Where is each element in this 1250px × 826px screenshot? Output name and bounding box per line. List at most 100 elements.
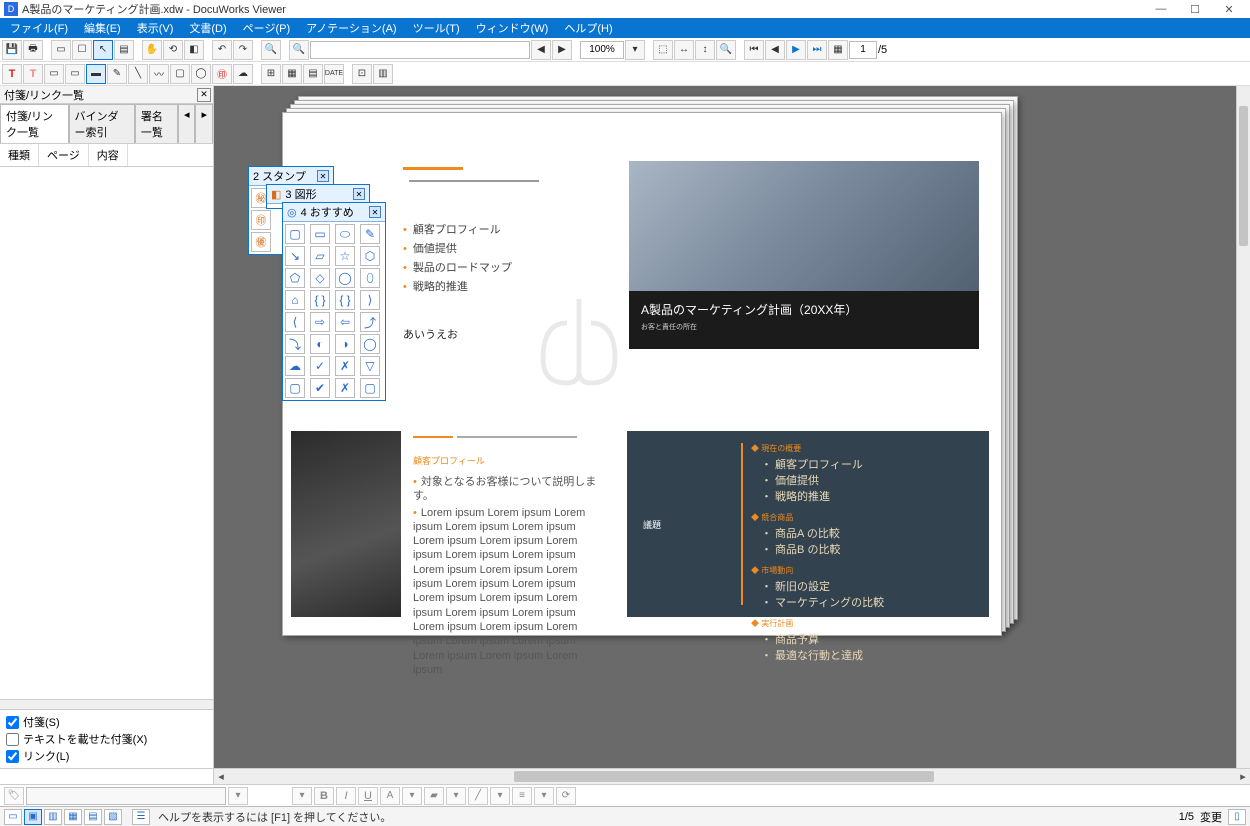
menu-window[interactable]: ウィンドウ(W) bbox=[468, 18, 557, 38]
search-icon[interactable]: 🔍 bbox=[289, 40, 309, 60]
menu-tool[interactable]: ツール(T) bbox=[405, 18, 468, 38]
shape-cell[interactable]: ⟨ bbox=[285, 312, 305, 332]
shape-cell[interactable]: ⬠ bbox=[285, 268, 305, 288]
shape-cell[interactable]: ▱ bbox=[310, 246, 330, 266]
document-canvas[interactable]: 顧客プロフィール 価値提供 製品のロードマップ 戦略的推進 あいうえお A製品の… bbox=[214, 86, 1250, 768]
shape-cell[interactable]: ✎ bbox=[360, 224, 380, 244]
col-content[interactable]: 内容 bbox=[89, 144, 128, 166]
cloud-icon[interactable]: ☁ bbox=[233, 64, 253, 84]
note2-icon[interactable]: ▭ bbox=[65, 64, 85, 84]
date-icon[interactable]: DATE bbox=[324, 64, 344, 84]
shape-cell[interactable]: ⇨ bbox=[310, 312, 330, 332]
shape-cell[interactable]: ⬯ bbox=[360, 268, 380, 288]
sidebar-hscroll[interactable] bbox=[0, 699, 213, 709]
shape-cell[interactable]: ◇ bbox=[310, 268, 330, 288]
tool-c[interactable]: ▤ bbox=[114, 40, 134, 60]
shape-cell[interactable]: ☆ bbox=[335, 246, 355, 266]
shape-cell[interactable]: ▢ bbox=[285, 378, 305, 398]
shape-cell[interactable]: { } bbox=[310, 290, 330, 310]
shape-cell[interactable]: ◯ bbox=[360, 334, 380, 354]
page-view-icon[interactable]: ▦ bbox=[828, 40, 848, 60]
underline-icon[interactable]: U bbox=[358, 787, 378, 805]
text-red-icon[interactable]: T bbox=[2, 64, 22, 84]
x2-icon[interactable]: ▦ bbox=[282, 64, 302, 84]
close-icon[interactable]: ✕ bbox=[317, 170, 329, 182]
shape-cell[interactable]: ✔ bbox=[310, 378, 330, 398]
fmt-tag-icon[interactable]: 🏷 bbox=[4, 787, 24, 805]
shape-cell[interactable]: ⬡ bbox=[360, 246, 380, 266]
shape-cell[interactable]: ↘ bbox=[285, 246, 305, 266]
close-icon[interactable]: ✕ bbox=[369, 206, 381, 218]
weight-icon[interactable]: ≡ bbox=[512, 787, 532, 805]
shape-cell[interactable]: ⟩ bbox=[360, 290, 380, 310]
tool-d[interactable]: ◧ bbox=[184, 40, 204, 60]
redo-icon[interactable]: ↷ bbox=[233, 40, 253, 60]
palette-recommend[interactable]: ◎4 おすすめ✕ ▢▭⬭✎↘▱☆⬡⬠◇◯⬯⌂{ }{ }⟩⟨⇨⇦⤴⤵◐◑◯☁✓✗… bbox=[282, 202, 386, 401]
save-icon[interactable]: 💾 bbox=[2, 40, 22, 60]
highlight-icon[interactable]: ▬ bbox=[86, 64, 106, 84]
shape-cell[interactable]: ▭ bbox=[310, 224, 330, 244]
check-textfusen[interactable]: テキストを載せた付箋(X) bbox=[6, 731, 207, 747]
x1-icon[interactable]: ⊞ bbox=[261, 64, 281, 84]
view-mode-4-icon[interactable]: ▦ bbox=[64, 809, 82, 825]
search-prev-icon[interactable]: ◀ bbox=[531, 40, 551, 60]
zoom-width-icon[interactable]: ↔ bbox=[674, 40, 694, 60]
tab-binder[interactable]: バインダー索引 bbox=[69, 104, 135, 143]
line-icon[interactable]: ╱ bbox=[468, 787, 488, 805]
fontsize-dropdown-icon[interactable]: ▾ bbox=[292, 787, 312, 805]
next-page-icon[interactable]: ▶ bbox=[786, 40, 806, 60]
maximize-button[interactable]: ☐ bbox=[1178, 0, 1212, 18]
col-type[interactable]: 種類 bbox=[0, 144, 39, 166]
shape-cell[interactable]: ✗ bbox=[335, 378, 355, 398]
weight-drop-icon[interactable]: ▾ bbox=[534, 787, 554, 805]
view-mode-6-icon[interactable]: ▧ bbox=[104, 809, 122, 825]
shape-cell[interactable]: ☁ bbox=[285, 356, 305, 376]
line-icon[interactable]: ╲ bbox=[128, 64, 148, 84]
find-icon[interactable]: 🔍 bbox=[261, 40, 281, 60]
note-icon[interactable]: ▭ bbox=[44, 64, 64, 84]
menu-help[interactable]: ヘルプ(H) bbox=[556, 18, 620, 38]
tab-scroll-left[interactable]: ◂ bbox=[178, 104, 196, 143]
scroll-right-icon[interactable]: ▸ bbox=[1236, 770, 1250, 783]
check-link[interactable]: リンク(L) bbox=[6, 748, 207, 764]
fontcolor-icon[interactable]: A bbox=[380, 787, 400, 805]
italic-icon[interactable]: I bbox=[336, 787, 356, 805]
shape-cell[interactable]: ⤵ bbox=[285, 334, 305, 354]
menu-view[interactable]: 表示(V) bbox=[129, 18, 182, 38]
view-mode-3-icon[interactable]: ▥ bbox=[44, 809, 62, 825]
search-input[interactable] bbox=[310, 41, 530, 59]
menu-edit[interactable]: 編集(E) bbox=[76, 18, 129, 38]
tool-a[interactable]: ▭ bbox=[51, 40, 71, 60]
line-drop-icon[interactable]: ▾ bbox=[490, 787, 510, 805]
font-combo[interactable] bbox=[26, 787, 226, 805]
col-page[interactable]: ページ bbox=[39, 144, 89, 166]
zoom-magnify-icon[interactable]: 🔍 bbox=[716, 40, 736, 60]
bold-icon[interactable]: B bbox=[314, 787, 334, 805]
shape-cell[interactable]: ⌂ bbox=[285, 290, 305, 310]
horizontal-scrollbar[interactable]: ◂ ▸ bbox=[214, 769, 1250, 784]
print-icon[interactable]: 🖶 bbox=[23, 40, 43, 60]
pen-icon[interactable]: ✎ bbox=[107, 64, 127, 84]
shape-cell[interactable]: ◯ bbox=[335, 268, 355, 288]
zoom-dropdown-icon[interactable]: ▾ bbox=[625, 40, 645, 60]
shape-cell[interactable]: ▽ bbox=[360, 356, 380, 376]
status-end-icon[interactable]: ▯ bbox=[1228, 809, 1246, 825]
stamp-icon[interactable]: ㊞ bbox=[212, 64, 232, 84]
zoom-fit-icon[interactable]: ⬚ bbox=[653, 40, 673, 60]
close-button[interactable]: ✕ bbox=[1212, 0, 1246, 18]
text-pink-icon[interactable]: T bbox=[23, 64, 43, 84]
x4-icon[interactable]: ⊡ bbox=[352, 64, 372, 84]
prev-page-icon[interactable]: ◀ bbox=[765, 40, 785, 60]
fill-icon[interactable]: ▰ bbox=[424, 787, 444, 805]
font-dropdown-icon[interactable]: ▾ bbox=[228, 787, 248, 805]
shape-cell[interactable]: ◐ bbox=[310, 334, 330, 354]
polyline-icon[interactable]: 〰 bbox=[149, 64, 169, 84]
tab-sign[interactable]: 署名一覧 bbox=[135, 104, 178, 143]
close-icon[interactable]: ✕ bbox=[353, 188, 365, 200]
shape-cell[interactable]: { } bbox=[335, 290, 355, 310]
page-input[interactable] bbox=[849, 41, 877, 59]
fontcolor-drop-icon[interactable]: ▾ bbox=[402, 787, 422, 805]
last-page-icon[interactable]: ⏭ bbox=[807, 40, 827, 60]
rect-icon[interactable]: ▢ bbox=[170, 64, 190, 84]
view-mode-2-icon[interactable]: ▣ bbox=[24, 809, 42, 825]
